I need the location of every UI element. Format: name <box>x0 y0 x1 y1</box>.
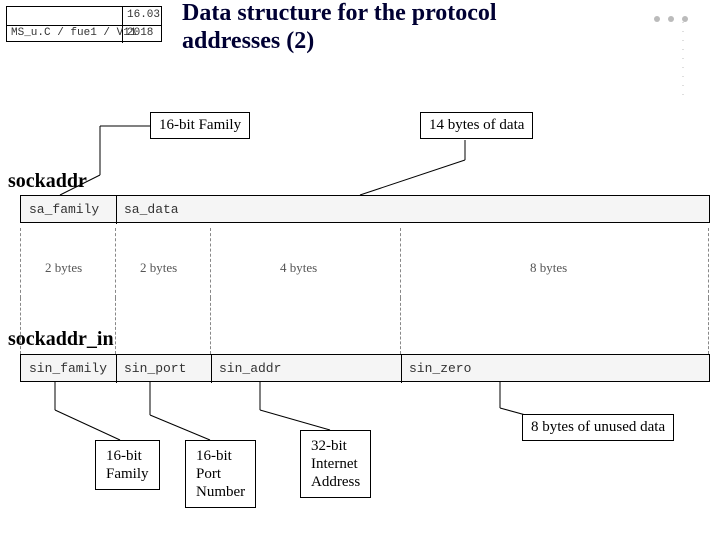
field-sin-port: sin_port <box>124 361 186 376</box>
anno-sin-addr: 32-bit Internet Address <box>300 430 371 498</box>
slide-title: Data structure for the protocol addresse… <box>182 0 497 55</box>
size-4bytes: 4 bytes <box>280 260 317 276</box>
decor-dots: . . . . . . . . . <box>654 10 696 28</box>
field-sin-family: sin_family <box>29 361 107 376</box>
anno-sin-port: 16-bit Port Number <box>185 440 256 508</box>
field-sa-data: sa_data <box>124 202 179 217</box>
anno-sin-zero: 8 bytes of unused data <box>522 414 674 441</box>
field-sa-family: sa_family <box>29 202 99 217</box>
field-sin-zero: sin_zero <box>409 361 471 376</box>
file-label: MS_u.C / fue1 / V11 <box>11 27 136 39</box>
date-bottom: 2018 <box>127 27 153 39</box>
field-sin-addr: sin_addr <box>219 361 281 376</box>
size-2bytes-b: 2 bytes <box>140 260 177 276</box>
size-8bytes: 8 bytes <box>530 260 567 276</box>
anno-sin-family: 16-bit Family <box>95 440 160 490</box>
anno-14bytes-data: 14 bytes of data <box>420 112 533 139</box>
size-2bytes-a: 2 bytes <box>45 260 82 276</box>
anno-16bit-family: 16-bit Family <box>150 112 250 139</box>
struct-name-sockaddr-in: sockaddr_in <box>8 328 114 351</box>
struct-name-sockaddr: sockaddr <box>8 170 87 193</box>
date-top: 16.03 <box>127 9 160 21</box>
